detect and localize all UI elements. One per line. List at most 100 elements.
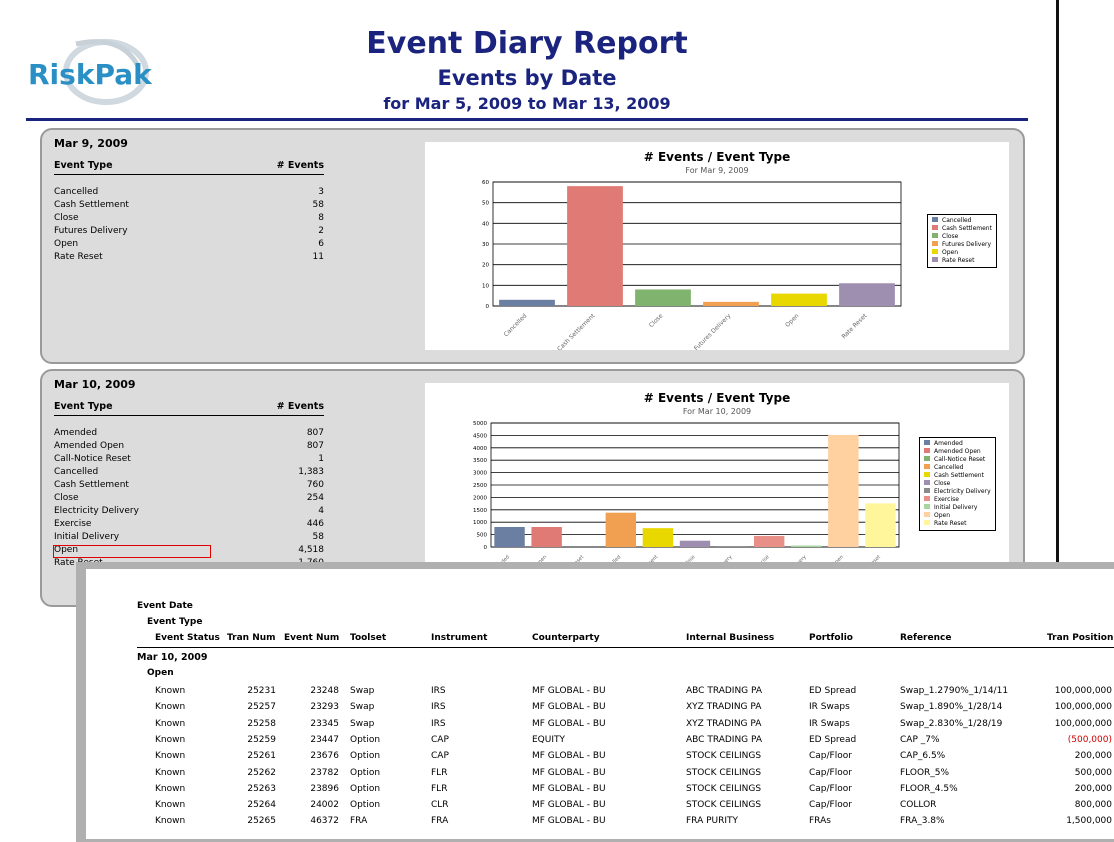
event-type-row[interactable]: Futures Delivery2 — [54, 225, 324, 238]
legend-entry: Amended Open — [924, 448, 991, 456]
y-tick-label: 1500 — [473, 508, 487, 514]
table-cell: 23782 — [310, 768, 339, 778]
bar — [828, 435, 858, 547]
legend-entry: Close — [924, 480, 991, 488]
table-cell: Known — [155, 816, 185, 826]
table-row[interactable]: Known2526123676OptionCAPMF GLOBAL - BUST… — [86, 751, 1114, 767]
event-type-row[interactable]: Cash Settlement760 — [54, 479, 324, 492]
event-type-row[interactable]: Open6 — [54, 238, 324, 251]
legend-label: Amended — [934, 440, 963, 447]
table-row[interactable]: Known2523123248SwapIRSMF GLOBAL - BUABC … — [86, 686, 1114, 702]
y-tick-label: 3500 — [473, 458, 487, 464]
legend-entry: Call-Notice Reset — [924, 456, 991, 464]
column-header[interactable]: Instrument — [431, 633, 487, 643]
panel-date: Mar 10, 2009 — [54, 378, 136, 391]
event-type-name: Call-Notice Reset — [54, 454, 131, 464]
event-count: 446 — [307, 518, 324, 531]
header-divider — [26, 118, 1028, 121]
y-tick-label: 4500 — [473, 433, 487, 439]
bar — [791, 546, 821, 547]
legend-swatch — [924, 464, 930, 469]
event-count: 4 — [318, 505, 324, 518]
event-count: 1 — [318, 453, 324, 466]
table-cell: XYZ TRADING PA — [686, 719, 761, 729]
bar — [754, 536, 784, 547]
table-cell: 25262 — [247, 768, 276, 778]
event-type-name: Cash Settlement — [54, 200, 129, 210]
table-cell: CAP — [431, 751, 449, 761]
table-cell: (500,000) — [1068, 735, 1112, 745]
event-type-row[interactable]: Initial Delivery58 — [54, 531, 324, 544]
y-tick-label: 4000 — [473, 446, 487, 452]
table-header: Event Type # Events — [54, 401, 324, 416]
column-header[interactable]: Internal Business — [686, 633, 774, 643]
table-cell: 25261 — [247, 751, 276, 761]
events-chart-mar-9: # Events / Event Type For Mar 9, 2009 01… — [425, 142, 1009, 350]
table-cell: Option — [350, 751, 380, 761]
legend-entry: Cancelled — [924, 464, 991, 472]
x-tick-label: Cash Settlement — [556, 312, 597, 350]
legend-label: Close — [942, 233, 958, 240]
column-header[interactable]: Counterparty — [532, 633, 600, 643]
table-row[interactable]: Known2525723293SwapIRSMF GLOBAL - BUXYZ … — [86, 702, 1114, 718]
table-cell: FRAs — [809, 816, 831, 826]
hdr-event-date: Event Date — [137, 601, 193, 611]
table-cell: CAP _7% — [900, 735, 940, 745]
legend-entry: Rate Reset — [932, 257, 992, 265]
column-header[interactable]: Reference — [900, 633, 951, 643]
legend-entry: Cancelled — [932, 217, 992, 225]
table-cell: Known — [155, 800, 185, 810]
chart-legend: CancelledCash SettlementCloseFutures Del… — [927, 214, 997, 268]
x-tick-label: Cancelled — [503, 312, 529, 338]
column-header[interactable]: Event Status — [155, 633, 220, 643]
event-type-row[interactable]: Close254 — [54, 492, 324, 505]
bar — [643, 528, 673, 547]
table-cell: IR Swaps — [809, 702, 850, 712]
y-tick-label: 3000 — [473, 471, 487, 477]
event-type-row[interactable]: Cancelled3 — [54, 186, 324, 199]
event-type-row[interactable]: Close8 — [54, 212, 324, 225]
event-type-row[interactable]: Cancelled1,383 — [54, 466, 324, 479]
table-cell: ABC TRADING PA — [686, 735, 762, 745]
table-cell: FLOOR_4.5% — [900, 784, 958, 794]
event-type-row[interactable]: Rate Reset11 — [54, 251, 324, 264]
table-cell: MF GLOBAL - BU — [532, 800, 606, 810]
table-row[interactable]: Known2526546372FRAFRAMF GLOBAL - BUFRA P… — [86, 816, 1114, 832]
legend-swatch — [924, 504, 930, 509]
legend-entry: Amended — [924, 440, 991, 448]
table-cell: Cap/Floor — [809, 751, 852, 761]
table-cell: 25265 — [247, 816, 276, 826]
table-row[interactable]: Known2525823345SwapIRSMF GLOBAL - BUXYZ … — [86, 719, 1114, 735]
table-row[interactable]: Known2526223782OptionFLRMF GLOBAL - BUST… — [86, 768, 1114, 784]
event-type-row[interactable]: Electricity Delivery4 — [54, 505, 324, 518]
event-type-row[interactable]: Amended Open807 — [54, 440, 324, 453]
column-header[interactable]: Event Num — [284, 633, 339, 643]
table-cell: 200,000 — [1075, 751, 1112, 761]
legend-label: Cash Settlement — [942, 225, 992, 232]
column-header[interactable]: Tran Num — [227, 633, 276, 643]
legend-entry: Open — [932, 249, 992, 257]
legend-label: Initial Delivery — [934, 504, 977, 511]
table-cell: FLR — [431, 784, 447, 794]
table-cell: 500,000 — [1075, 768, 1112, 778]
event-type-row[interactable]: Call-Notice Reset 1 — [54, 453, 324, 466]
column-header[interactable]: Portfolio — [809, 633, 853, 643]
table-cell: Option — [350, 800, 380, 810]
column-header[interactable]: Toolset — [350, 633, 386, 643]
legend-entry: Open — [924, 512, 991, 520]
table-row[interactable]: Known2526323896OptionFLRMF GLOBAL - BUST… — [86, 784, 1114, 800]
event-type-row[interactable]: Amended807 — [54, 427, 324, 440]
event-type-row[interactable]: Cash Settlement58 — [54, 199, 324, 212]
event-type-row[interactable]: Exercise446 — [54, 518, 324, 531]
table-row[interactable]: Known2525923447OptionCAPEQUITYABC TRADIN… — [86, 735, 1114, 751]
report-date-range: for Mar 5, 2009 to Mar 13, 2009 — [300, 94, 754, 113]
table-cell: FLOOR_5% — [900, 768, 949, 778]
table-row[interactable]: Known2526424002OptionCLRMF GLOBAL - BUST… — [86, 800, 1114, 816]
y-tick-label: 10 — [482, 283, 489, 289]
selected-row-highlight[interactable] — [53, 545, 211, 558]
event-count: 11 — [313, 251, 324, 264]
legend-entry: Rate Reset — [924, 520, 991, 528]
column-header[interactable]: Tran Position — [1047, 633, 1113, 643]
legend-entry: Futures Delivery — [932, 241, 992, 249]
y-tick-label: 50 — [482, 201, 489, 207]
